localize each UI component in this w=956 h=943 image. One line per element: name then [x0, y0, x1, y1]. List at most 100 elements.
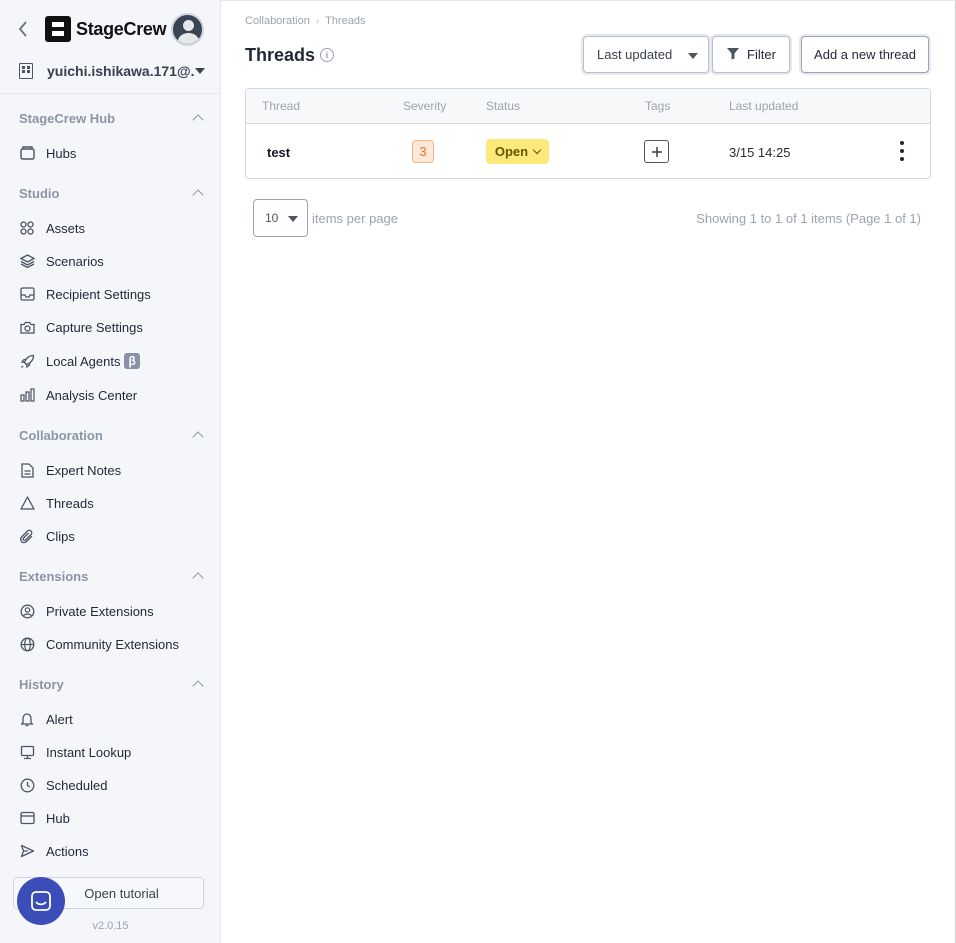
bell-icon: [19, 711, 35, 727]
table-header: Thread Severity Status Tags Last updated: [246, 89, 930, 124]
column-header-thread[interactable]: Thread: [262, 99, 300, 113]
clock-icon: [19, 777, 35, 793]
sidebar-item-label: Scenarios: [46, 253, 104, 269]
sidebar-item-expert-notes[interactable]: Expert Notes: [19, 459, 205, 481]
sidebar-item-label: Community Extensions: [46, 636, 179, 652]
column-header-last-updated[interactable]: Last updated: [729, 99, 798, 113]
section-title: StageCrew Hub: [19, 110, 116, 126]
status-dropdown[interactable]: Open: [486, 139, 549, 164]
section-stagecrew-hub[interactable]: StageCrew Hub: [19, 108, 205, 128]
logo-text: StageCrew: [76, 18, 167, 39]
add-tag-button[interactable]: [644, 140, 669, 163]
sidebar-item-private-extensions[interactable]: Private Extensions: [19, 600, 205, 622]
threads-table: Thread Severity Status Tags Last updated…: [245, 88, 931, 179]
caret-down-icon: [288, 216, 298, 222]
chevron-up-icon: [192, 431, 204, 443]
caret-down-icon: [195, 68, 205, 74]
sidebar-item-label: Assets: [46, 220, 86, 236]
inbox-icon: [19, 145, 35, 161]
monitor-icon: [19, 744, 35, 760]
sidebar-item-clips[interactable]: Clips: [19, 525, 205, 547]
caret-down-icon: [688, 53, 698, 59]
add-thread-label: Add a new thread: [814, 47, 916, 62]
camera-icon: [19, 319, 35, 335]
section-title: Studio: [19, 185, 60, 201]
sidebar-item-local-agents[interactable]: Local Agents β: [19, 350, 205, 372]
sidebar-item-assets[interactable]: Assets: [19, 217, 205, 239]
column-header-status[interactable]: Status: [486, 99, 520, 113]
sidebar-item-analysis-center[interactable]: Analysis Center: [19, 384, 205, 406]
section-title: Extensions: [19, 568, 89, 584]
sort-select-value: Last updated: [597, 47, 673, 62]
sidebar-item-recipient-settings[interactable]: Recipient Settings: [19, 283, 205, 305]
sidebar-item-capture-settings[interactable]: Capture Settings: [19, 316, 205, 338]
sort-select[interactable]: Last updated: [583, 36, 709, 73]
logo[interactable]: StageCrew: [45, 16, 167, 42]
last-updated-value: 3/15 14:25: [729, 145, 791, 160]
warning-triangle-icon: [19, 495, 35, 511]
status-label: Open: [494, 144, 529, 159]
breadcrumb-item[interactable]: Collaboration: [245, 15, 310, 27]
back-chevron-icon[interactable]: [14, 18, 32, 40]
chevron-up-icon: [192, 114, 204, 126]
sidebar-item-hubs[interactable]: Hubs: [19, 142, 205, 164]
sidebar-item-label: Hubs: [46, 145, 77, 161]
sidebar-item-scheduled[interactable]: Scheduled: [19, 774, 205, 796]
page-size-select[interactable]: 10: [253, 199, 308, 237]
filter-button[interactable]: Filter: [712, 36, 790, 73]
breadcrumb-item: Threads: [325, 15, 366, 27]
pagination-summary: Showing 1 to 1 of 1 items (Page 1 of 1): [696, 211, 921, 226]
more-vertical-icon[interactable]: [896, 141, 908, 161]
sidebar-item-scenarios[interactable]: Scenarios: [19, 250, 205, 272]
sidebar-item-label: Capture Settings: [46, 319, 143, 335]
chat-icon[interactable]: [17, 877, 65, 925]
severity-badge: 3: [412, 140, 434, 163]
sidebar-item-label: Instant Lookup: [46, 744, 132, 760]
sidebar: StageCrew yuichi.ishikawa.171@... StageC…: [0, 0, 221, 943]
window-icon: [19, 810, 35, 826]
section-collaboration[interactable]: Collaboration: [19, 425, 205, 445]
grid-icon: [19, 220, 35, 236]
sidebar-item-label: Alert: [46, 711, 73, 727]
sidebar-item-actions[interactable]: Actions: [19, 840, 205, 862]
sidebar-item-label: Actions: [46, 843, 89, 859]
section-history[interactable]: History: [19, 674, 205, 694]
section-studio[interactable]: Studio: [19, 183, 205, 203]
layers-icon: [19, 253, 35, 269]
sidebar-item-label: Hub: [46, 810, 70, 826]
table-row[interactable]: test 3 Open 3/15 14:25: [246, 124, 930, 178]
sidebar-item-community-extensions[interactable]: Community Extensions: [19, 633, 205, 655]
filter-label: Filter: [747, 47, 776, 62]
plus-icon: [651, 146, 662, 157]
section-extensions[interactable]: Extensions: [19, 566, 205, 586]
section-title: History: [19, 676, 64, 692]
sidebar-item-alert[interactable]: Alert: [19, 708, 205, 730]
sidebar-item-threads[interactable]: Threads: [19, 492, 205, 514]
rocket-icon: [19, 353, 35, 369]
section-title: Collaboration: [19, 427, 103, 443]
inbox-tray-icon: [19, 286, 35, 302]
chevron-up-icon: [192, 680, 204, 692]
main-content: Collaboration › Threads Threads i Last u…: [221, 0, 956, 943]
add-thread-button[interactable]: Add a new thread: [801, 36, 929, 73]
page-size-label: items per page: [312, 211, 398, 226]
tutorial-label: Open tutorial: [84, 885, 159, 901]
thread-name[interactable]: test: [267, 145, 290, 160]
chevron-down-icon: [532, 145, 542, 155]
sidebar-header: StageCrew yuichi.ishikawa.171@...: [0, 0, 220, 94]
account-label: yuichi.ishikawa.171@...: [47, 63, 195, 79]
user-circle-icon: [19, 603, 35, 619]
chevron-up-icon: [192, 189, 204, 201]
account-switcher[interactable]: yuichi.ishikawa.171@...: [19, 61, 205, 81]
column-header-severity[interactable]: Severity: [403, 99, 446, 113]
sidebar-item-instant-lookup[interactable]: Instant Lookup: [19, 741, 205, 763]
chevron-up-icon: [192, 572, 204, 584]
sidebar-item-label: Recipient Settings: [46, 286, 151, 302]
info-icon[interactable]: i: [320, 48, 334, 62]
sidebar-item-hub[interactable]: Hub: [19, 807, 205, 829]
filter-icon: [726, 47, 740, 63]
sidebar-item-label: Expert Notes: [46, 462, 122, 478]
chevron-right-icon: ›: [315, 15, 320, 27]
sidebar-item-label: Clips: [46, 528, 75, 544]
avatar[interactable]: [171, 13, 204, 46]
